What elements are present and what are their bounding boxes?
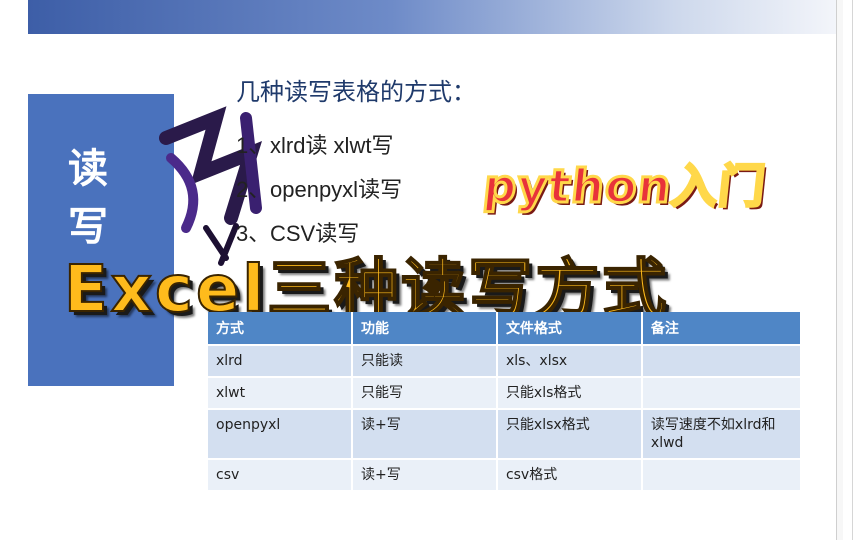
table-cell: 只能读 <box>352 344 498 376</box>
table-row: openpyxl 读+写 只能xlsx格式 读写速度不如xlrd和xlwd <box>208 408 802 458</box>
list-item: 1、xlrd读 xlwt写 <box>236 128 402 172</box>
table-header-cell: 文件格式 <box>497 312 643 344</box>
table-cell: xlwt <box>208 376 353 408</box>
title-banner: Excel三种读写方式 <box>63 252 670 328</box>
table-cell: csv格式 <box>497 458 643 490</box>
table-cell: 读+写 <box>352 458 498 490</box>
table-cell: 只能写 <box>352 376 498 408</box>
list-item: 2、openpyxl读写 <box>236 172 402 216</box>
table-row: csv 读+写 csv格式 <box>208 458 802 490</box>
slide: 读 写 几种读写表格的方式： 1、xlrd读 xlwt写 2、openpyxl读… <box>28 0 836 540</box>
table-cell: xlrd <box>208 344 353 376</box>
table-row: xlwt 只能写 只能xls格式 <box>208 376 802 408</box>
table-cell: xls、xlsx <box>497 344 643 376</box>
table-cell: openpyxl <box>208 408 353 458</box>
page-heading: 几种读写表格的方式： <box>236 78 476 106</box>
table-cell: csv <box>208 458 353 490</box>
window-edge-outer <box>852 0 857 540</box>
table-cell <box>642 458 802 490</box>
table-cell: 只能xls格式 <box>497 376 643 408</box>
table-header-cell: 备注 <box>642 312 802 344</box>
table-cell: 读+写 <box>352 408 498 458</box>
comparison-table: 方式 功能 文件格式 备注 xlrd 只能读 xls、xlsx xlwt 只能写… <box>208 312 802 490</box>
table-cell <box>642 344 802 376</box>
python-intro-badge: python入门 <box>479 158 770 215</box>
slide-top-bar <box>28 0 836 34</box>
side-title-char-1: 读 <box>68 146 108 192</box>
table-row: xlrd 只能读 xls、xlsx <box>208 344 802 376</box>
list-item-number: 1、 <box>236 133 271 158</box>
list-item-number: 2、 <box>236 177 271 202</box>
window-edge <box>836 0 843 540</box>
list-item-text: openpyxl读写 <box>270 177 403 202</box>
table-cell: 读写速度不如xlrd和xlwd <box>642 408 802 458</box>
list-item-text: xlrd读 xlwt写 <box>270 133 394 158</box>
table-header-cell: 方式 <box>208 312 353 344</box>
table-cell <box>642 376 802 408</box>
table-header-cell: 功能 <box>352 312 498 344</box>
table-header-row: 方式 功能 文件格式 备注 <box>208 312 802 344</box>
table-cell: 只能xlsx格式 <box>497 408 643 458</box>
